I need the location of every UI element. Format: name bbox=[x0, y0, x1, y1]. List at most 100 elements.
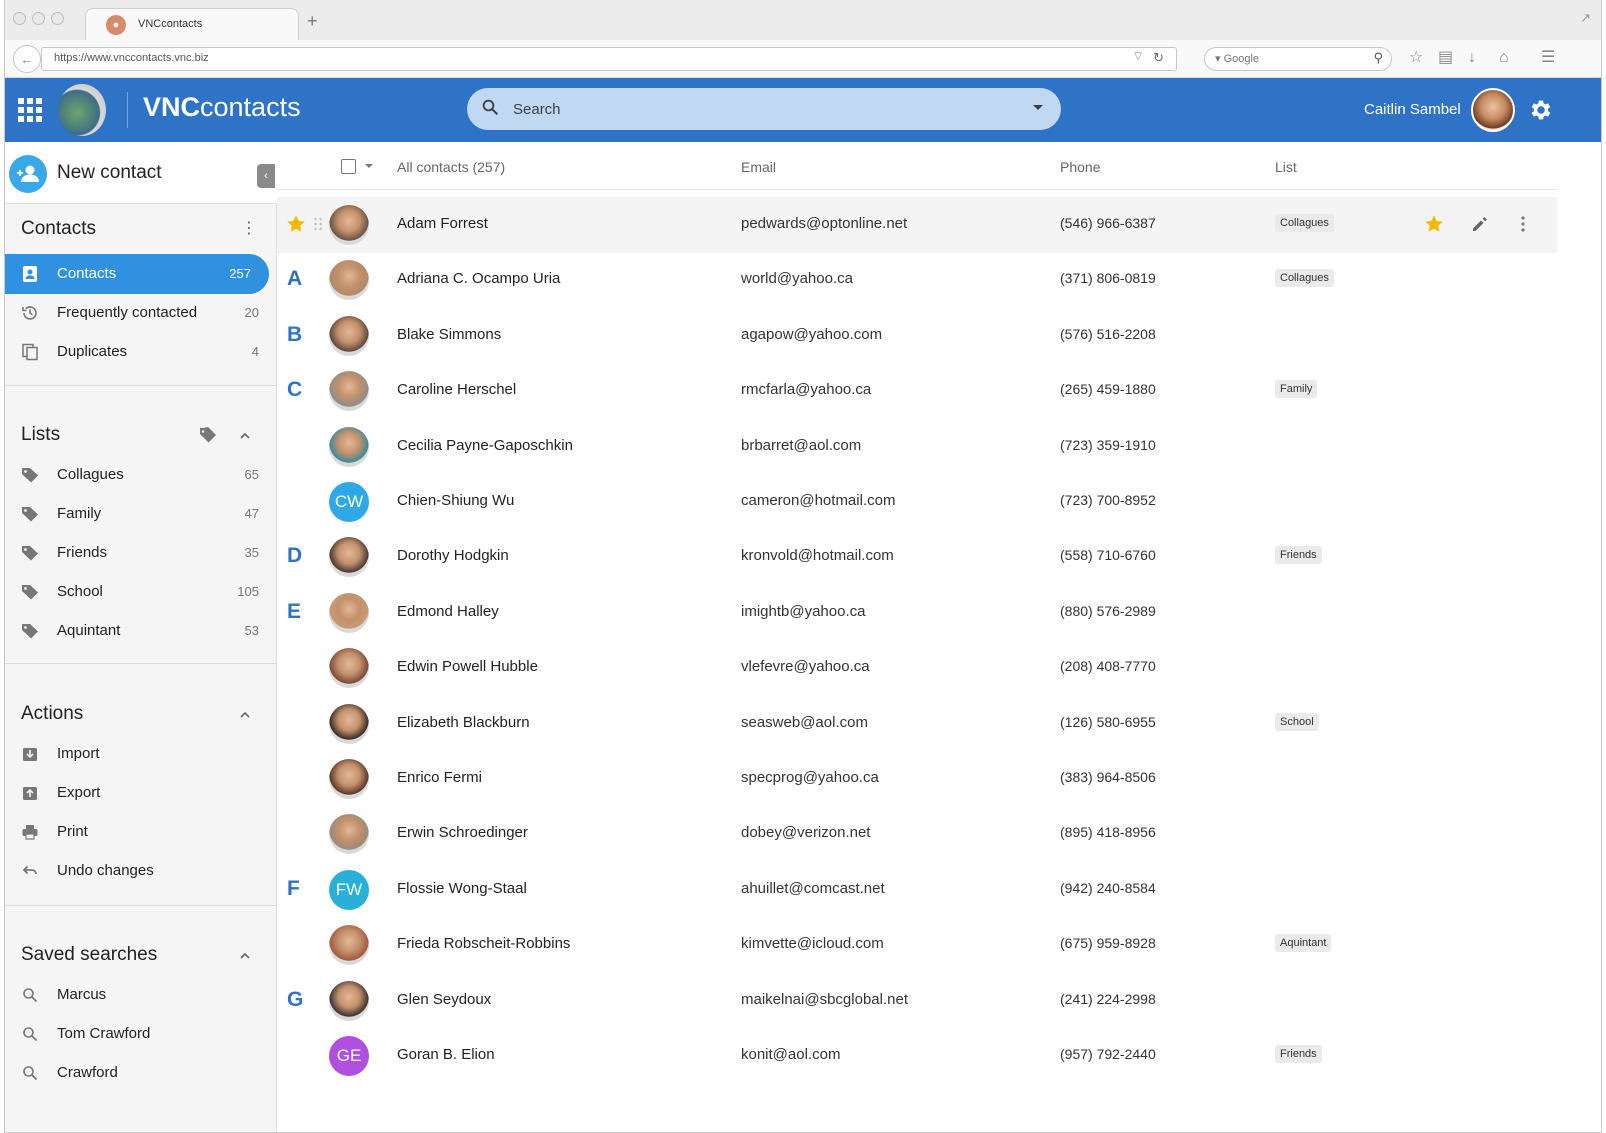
contact-email[interactable]: konit@aol.com bbox=[741, 1046, 840, 1063]
contact-email[interactable]: ahuillet@comcast.net bbox=[741, 880, 885, 897]
contact-email[interactable]: specprog@yahoo.ca bbox=[741, 769, 879, 786]
contact-name[interactable]: Adriana C. Ocampo Uria bbox=[397, 270, 560, 287]
contact-phone[interactable]: (265) 459-1880 bbox=[1060, 381, 1156, 397]
gear-icon[interactable] bbox=[1528, 97, 1554, 123]
avatar[interactable] bbox=[329, 260, 369, 301]
home-icon[interactable]: ⌂ bbox=[1499, 49, 1509, 67]
contact-email[interactable]: brbarret@aol.com bbox=[741, 437, 861, 454]
fullscreen-icon[interactable]: ↗ bbox=[1580, 10, 1591, 26]
contact-name[interactable]: Adam Forrest bbox=[397, 215, 488, 232]
column-header-name[interactable]: All contacts (257) bbox=[397, 159, 505, 175]
table-row[interactable]: A Adriana C. Ocampo Uria world@yahoo.ca (37… bbox=[277, 252, 1557, 308]
contact-phone[interactable]: (126) 580-6955 bbox=[1060, 714, 1156, 730]
contact-phone[interactable]: (957) 792-2440 bbox=[1060, 1046, 1156, 1062]
contact-phone[interactable]: (371) 806-0819 bbox=[1060, 270, 1156, 286]
table-row[interactable]: C Caroline Herschel rmcfarla@yahoo.ca (265)… bbox=[277, 363, 1557, 419]
reading-list-icon[interactable]: ▤ bbox=[1438, 49, 1453, 67]
column-header-email[interactable]: Email bbox=[741, 159, 776, 175]
contact-name[interactable]: Blake Simmons bbox=[397, 326, 501, 343]
avatar[interactable] bbox=[329, 371, 369, 412]
more-options-icon[interactable] bbox=[1519, 213, 1527, 235]
sidebar-list-family[interactable]: Family 47 bbox=[5, 494, 277, 534]
saved-search-crawford[interactable]: Crawford bbox=[5, 1053, 277, 1093]
avatar[interactable] bbox=[329, 205, 369, 245]
avatar[interactable]: GE bbox=[329, 1036, 369, 1076]
action-print[interactable]: Print bbox=[5, 812, 277, 852]
sidebar-list-school[interactable]: School 105 bbox=[5, 572, 277, 612]
avatar[interactable] bbox=[329, 426, 369, 467]
avatar[interactable]: FW bbox=[329, 869, 369, 910]
contact-name[interactable]: Erwin Schroedinger bbox=[397, 824, 528, 841]
list-tag[interactable]: Collagues bbox=[1275, 269, 1334, 288]
url-dropdown-icon[interactable]: ▽ bbox=[1134, 51, 1142, 62]
table-row[interactable]: F FW Flossie Wong-Staal ahuillet@comcast.ne… bbox=[277, 862, 1557, 918]
edit-pencil-icon[interactable] bbox=[1471, 215, 1489, 233]
chevron-up-icon[interactable] bbox=[239, 430, 251, 442]
contacts-more-icon[interactable]: ⋮ bbox=[241, 218, 257, 238]
contact-phone[interactable]: (558) 710-6760 bbox=[1060, 547, 1156, 563]
contact-phone[interactable]: (576) 516-2208 bbox=[1060, 326, 1156, 342]
contact-phone[interactable]: (723) 700-8952 bbox=[1060, 492, 1156, 508]
contact-name[interactable]: Dorothy Hodgkin bbox=[397, 547, 509, 564]
url-text[interactable]: https://www.vnccontacts.vnc.biz bbox=[54, 52, 209, 64]
contact-name[interactable]: Glen Seydoux bbox=[397, 991, 491, 1008]
sidebar-list-collagues[interactable]: Collagues 65 bbox=[5, 455, 277, 495]
user-avatar[interactable] bbox=[1471, 88, 1515, 132]
bookmark-star-icon[interactable]: ☆ bbox=[1409, 49, 1423, 67]
contact-email[interactable]: dobey@verizon.net bbox=[741, 824, 870, 841]
sidebar-item-duplicates[interactable]: Duplicates 4 bbox=[5, 332, 277, 372]
contact-email[interactable]: world@yahoo.ca bbox=[741, 270, 853, 287]
table-row[interactable]: Adam Forrest pedwards@optonline.net (546) … bbox=[277, 197, 1557, 253]
avatar[interactable] bbox=[329, 315, 369, 356]
new-contact-label[interactable]: New contact bbox=[57, 162, 162, 184]
search-bar[interactable] bbox=[467, 88, 1061, 130]
collapse-sidebar-button[interactable]: ‹ bbox=[257, 164, 275, 188]
contact-phone[interactable]: (723) 359-1910 bbox=[1060, 437, 1156, 453]
contact-email[interactable]: maikelnai@sbcglobal.net bbox=[741, 991, 908, 1008]
browser-menu-icon[interactable]: ☰ bbox=[1541, 49, 1555, 67]
contact-name[interactable]: Chien-Shiung Wu bbox=[397, 492, 514, 509]
avatar[interactable] bbox=[329, 980, 369, 1021]
contact-name[interactable]: Cecilia Payne-Gaposchkin bbox=[397, 437, 573, 454]
browser-tab[interactable]: ● VNCcontacts bbox=[85, 8, 299, 40]
list-tag[interactable]: Friends bbox=[1275, 546, 1322, 565]
column-header-phone[interactable]: Phone bbox=[1060, 159, 1100, 175]
favorite-star-icon[interactable] bbox=[285, 213, 307, 235]
avatar[interactable] bbox=[329, 759, 369, 799]
table-row[interactable]: E Edmond Halley imightb@yahoo.ca (880) 576-… bbox=[277, 585, 1557, 641]
action-import[interactable]: Import bbox=[5, 734, 277, 774]
table-row[interactable]: GE Goran B. Elion konit@aol.com (957) 792-2… bbox=[277, 1028, 1557, 1084]
avatar[interactable]: CW bbox=[329, 482, 369, 522]
table-row[interactable]: B Blake Simmons agapow@yahoo.com (576) 516-… bbox=[277, 308, 1557, 364]
window-close-button[interactable] bbox=[13, 12, 26, 25]
avatar[interactable] bbox=[329, 703, 369, 744]
avatar[interactable] bbox=[329, 648, 369, 689]
reload-icon[interactable]: ↻ bbox=[1153, 50, 1164, 66]
list-tag[interactable]: Friends bbox=[1275, 1045, 1322, 1063]
table-row[interactable]: Cecilia Payne-Gaposchkin brbarret@aol.com… bbox=[277, 419, 1557, 475]
chevron-up-icon[interactable] bbox=[239, 709, 251, 721]
search-input[interactable] bbox=[513, 88, 1013, 130]
contact-name[interactable]: Flossie Wong-Staal bbox=[397, 880, 527, 897]
contact-phone[interactable]: (383) 964-8506 bbox=[1060, 769, 1156, 785]
contact-email[interactable]: kronvold@hotmail.com bbox=[741, 547, 894, 564]
table-row[interactable]: Frieda Robscheit-Robbins kimvette@icloud.… bbox=[277, 917, 1557, 973]
window-zoom-button[interactable] bbox=[51, 12, 64, 25]
contact-name[interactable]: Frieda Robscheit-Robbins bbox=[397, 935, 570, 952]
contact-phone[interactable]: (675) 959-8928 bbox=[1060, 935, 1156, 951]
contact-email[interactable]: pedwards@optonline.net bbox=[741, 215, 907, 232]
browser-search-icon[interactable]: ⚲ bbox=[1373, 50, 1383, 66]
avatar[interactable] bbox=[329, 537, 369, 578]
table-row[interactable]: Edwin Powell Hubble vlefevre@yahoo.ca (208… bbox=[277, 640, 1557, 696]
table-row[interactable]: D Dorothy Hodgkin kronvold@hotmail.com (558… bbox=[277, 529, 1557, 585]
action-undo-changes[interactable]: Undo changes bbox=[5, 851, 277, 891]
new-tab-button[interactable]: + bbox=[307, 12, 318, 30]
back-button[interactable]: ← bbox=[13, 45, 41, 73]
contact-name[interactable]: Goran B. Elion bbox=[397, 1046, 495, 1063]
contact-phone[interactable]: (895) 418-8956 bbox=[1060, 824, 1156, 840]
sidebar-item-contacts[interactable]: Contacts 257 bbox=[5, 254, 269, 294]
list-tag[interactable]: Collagues bbox=[1275, 214, 1334, 232]
contact-email[interactable]: vlefevre@yahoo.ca bbox=[741, 658, 870, 675]
contact-email[interactable]: rmcfarla@yahoo.ca bbox=[741, 381, 871, 398]
contact-name[interactable]: Elizabeth Blackburn bbox=[397, 714, 530, 731]
